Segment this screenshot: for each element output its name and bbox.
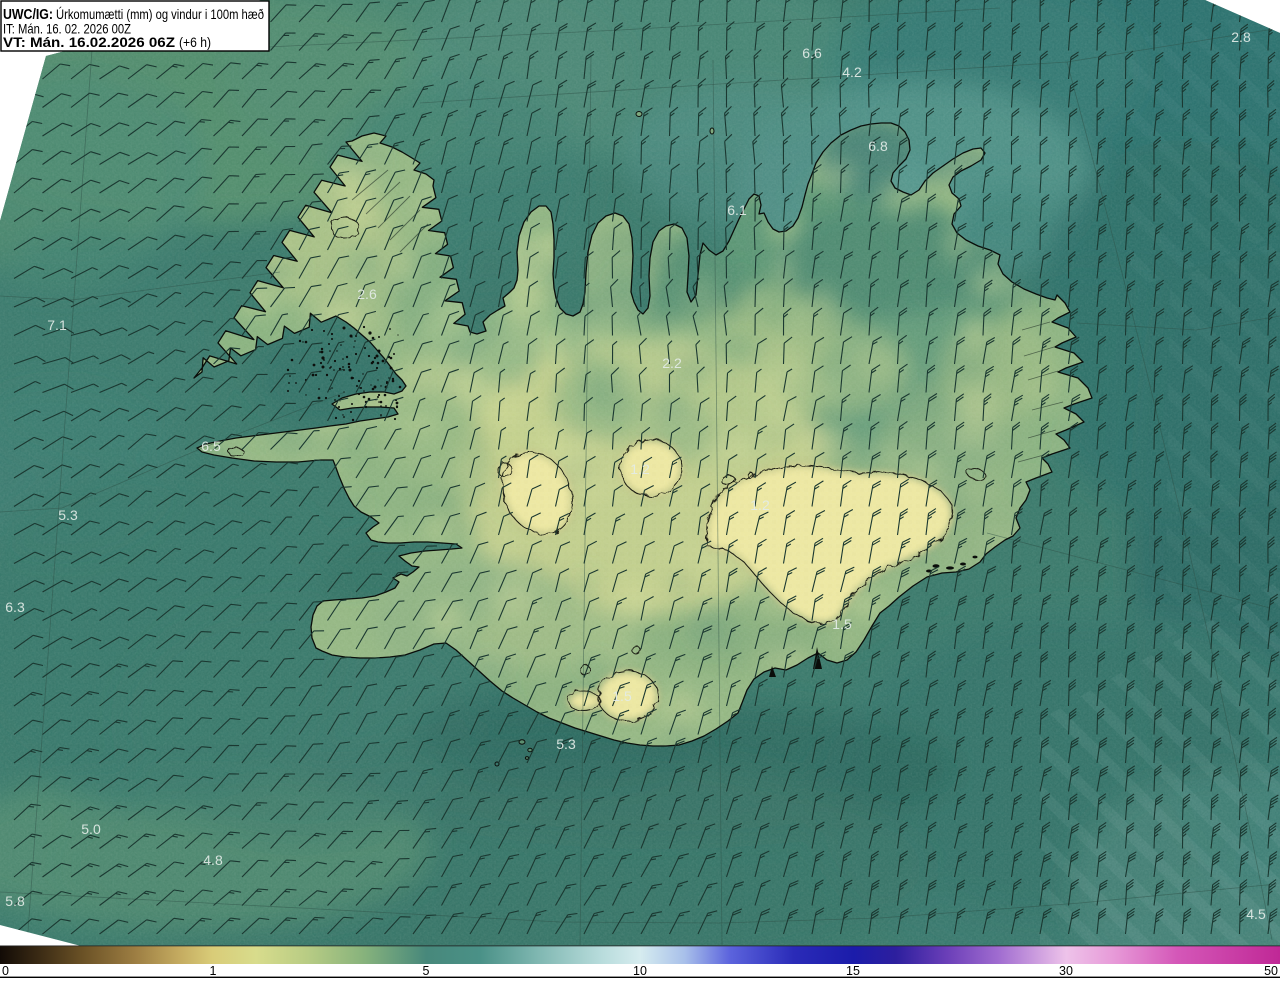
svg-text:1.2: 1.2 [750, 497, 770, 513]
svg-text:VT: Mán. 16.02.2026 06Z: VT: Mán. 16.02.2026 06Z [3, 34, 175, 50]
svg-text:4.8: 4.8 [203, 852, 223, 868]
svg-text:6.3: 6.3 [5, 599, 25, 615]
svg-text:6.5: 6.5 [201, 438, 221, 454]
svg-text:4.2: 4.2 [842, 64, 862, 80]
svg-text:(+6 h): (+6 h) [179, 34, 211, 50]
svg-text:5.8: 5.8 [5, 893, 25, 909]
svg-text:1.5: 1.5 [612, 688, 632, 704]
svg-text:2.6: 2.6 [357, 286, 377, 302]
svg-text:5.3: 5.3 [58, 507, 78, 523]
svg-text:1.2: 1.2 [630, 461, 650, 477]
svg-text:7.1: 7.1 [47, 317, 67, 333]
svg-text:5.3: 5.3 [556, 736, 576, 752]
svg-text:5.0: 5.0 [81, 821, 101, 837]
svg-text:6.1: 6.1 [727, 202, 747, 218]
svg-text:1: 1 [210, 964, 217, 978]
svg-text:6.6: 6.6 [802, 45, 822, 61]
svg-text:2.2: 2.2 [662, 355, 682, 371]
svg-text:6.8: 6.8 [868, 138, 888, 154]
svg-text:50: 50 [1264, 964, 1278, 978]
svg-text:4.5: 4.5 [1246, 906, 1266, 922]
svg-text:15: 15 [846, 964, 860, 978]
svg-text:10: 10 [633, 964, 647, 978]
svg-text:0: 0 [2, 964, 9, 978]
svg-text:5: 5 [423, 964, 430, 978]
svg-text:30: 30 [1059, 964, 1073, 978]
svg-text:1.5: 1.5 [832, 616, 852, 632]
svg-text:2.8: 2.8 [1231, 29, 1251, 45]
